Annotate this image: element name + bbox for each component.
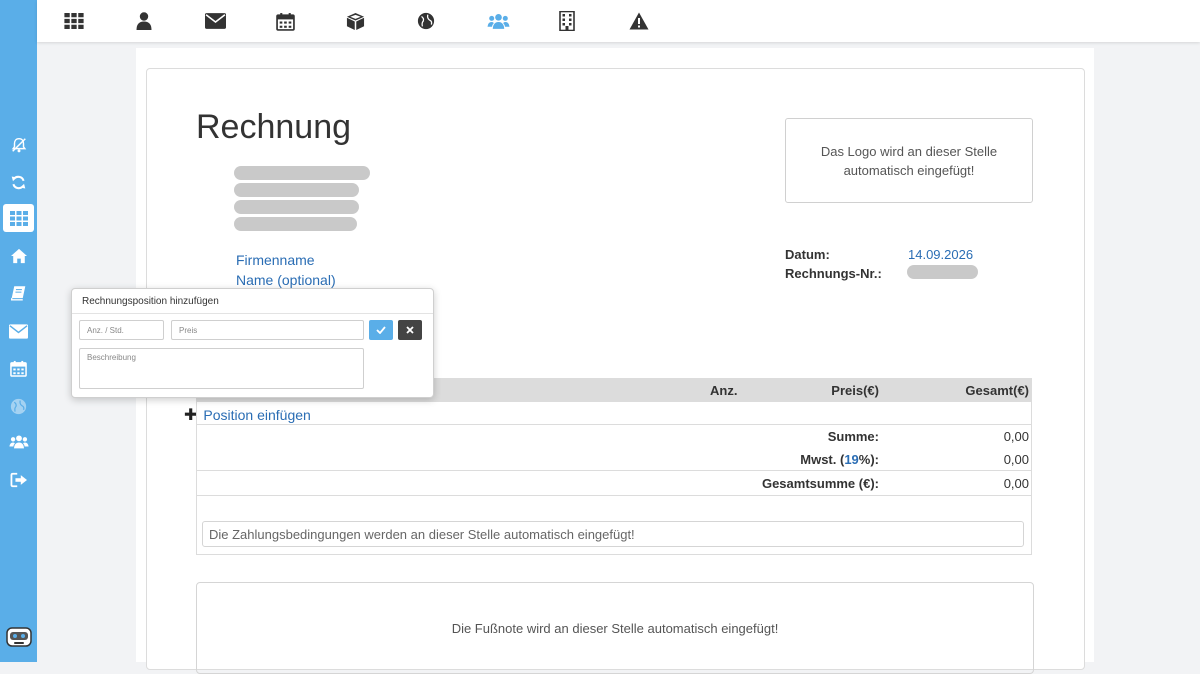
footnote-placeholder: Die Fußnote wird an dieser Stelle automa…: [196, 582, 1034, 674]
refresh-icon[interactable]: [0, 167, 37, 197]
date-label: Datum:: [785, 247, 830, 262]
check-icon: [376, 326, 386, 334]
name-optional-link[interactable]: Name (optional): [236, 272, 336, 288]
date-value[interactable]: 14.09.2026: [908, 247, 973, 262]
sidebar: [0, 0, 37, 662]
grid-icon[interactable]: [3, 204, 34, 232]
description-textarea[interactable]: [79, 348, 364, 389]
globe-icon[interactable]: [0, 391, 37, 421]
invoice-title: Rechnung: [196, 108, 352, 146]
blurred-text-line: [234, 217, 357, 231]
table-divider: [196, 495, 1032, 496]
users-icon[interactable]: [486, 9, 510, 33]
add-position-label: Position einfügen: [203, 407, 311, 423]
users-icon[interactable]: [0, 427, 37, 457]
vat-label: Mwst. (19%):: [800, 452, 879, 467]
company-name-link[interactable]: Firmenname: [236, 252, 315, 268]
warning-icon[interactable]: [627, 9, 651, 33]
add-position-link[interactable]: ✚ Position einfügen: [184, 405, 311, 425]
cube-icon[interactable]: [343, 9, 367, 33]
calendar-icon[interactable]: [273, 9, 297, 33]
envelope-icon[interactable]: [0, 316, 37, 346]
price-input[interactable]: [171, 320, 364, 340]
table-divider: [196, 554, 1032, 555]
globe-icon[interactable]: [414, 9, 438, 33]
add-position-popup: Rechnungsposition hinzufügen: [71, 288, 434, 398]
bell-slash-icon[interactable]: [0, 130, 37, 160]
home-icon[interactable]: [0, 241, 37, 271]
sum-label: Summe:: [827, 429, 879, 444]
blurred-text-line: [234, 183, 359, 197]
table-divider: [196, 470, 1032, 471]
blurred-text-line: [234, 166, 370, 180]
header-total: Gesamt(€): [965, 383, 1029, 398]
vat-label-suffix: %):: [858, 452, 879, 467]
vat-value: 0,00: [1003, 452, 1029, 467]
user-icon[interactable]: [132, 9, 156, 33]
grand-total-label: Gesamtsumme (€):: [761, 476, 879, 491]
header-qty: Anz.: [710, 383, 738, 398]
invoice-number-value-blurred: [907, 265, 978, 279]
grand-total-value: 0,00: [1003, 476, 1029, 491]
blurred-text-line: [234, 200, 359, 214]
logo-placeholder: Das Logo wird an dieser Stelle automatis…: [785, 118, 1033, 203]
sign-out-icon[interactable]: [0, 465, 37, 495]
building-icon[interactable]: [555, 9, 579, 33]
vat-label-prefix: Mwst. (: [800, 452, 845, 467]
confirm-button[interactable]: [369, 320, 393, 340]
times-icon: [406, 326, 414, 334]
footnote-text: Die Fußnote wird an dieser Stelle automa…: [451, 620, 779, 636]
logo-placeholder-line1: Das Logo wird an dieser Stelle: [820, 143, 998, 159]
payment-terms-field[interactable]: Die Zahlungsbedingungen werden an dieser…: [202, 521, 1024, 547]
vat-rate-link[interactable]: 19: [844, 452, 858, 467]
book-icon[interactable]: [0, 278, 37, 308]
cancel-button[interactable]: [398, 320, 422, 340]
robot-icon[interactable]: [0, 622, 37, 652]
table-divider: [196, 424, 1032, 425]
top-toolbar: [37, 0, 1200, 42]
invoice-number-label: Rechnungs-Nr.:: [785, 266, 882, 281]
sum-value: 0,00: [1003, 429, 1029, 444]
quantity-input[interactable]: [79, 320, 164, 340]
grid-icon[interactable]: [62, 9, 86, 33]
envelope-icon[interactable]: [203, 9, 227, 33]
logo-placeholder-line2: automatisch eingefügt!: [843, 162, 975, 178]
popup-title: Rechnungsposition hinzufügen: [82, 296, 219, 307]
popup-divider: [72, 313, 433, 314]
calendar-icon[interactable]: [0, 353, 37, 383]
header-price: Preis(€): [831, 383, 879, 398]
